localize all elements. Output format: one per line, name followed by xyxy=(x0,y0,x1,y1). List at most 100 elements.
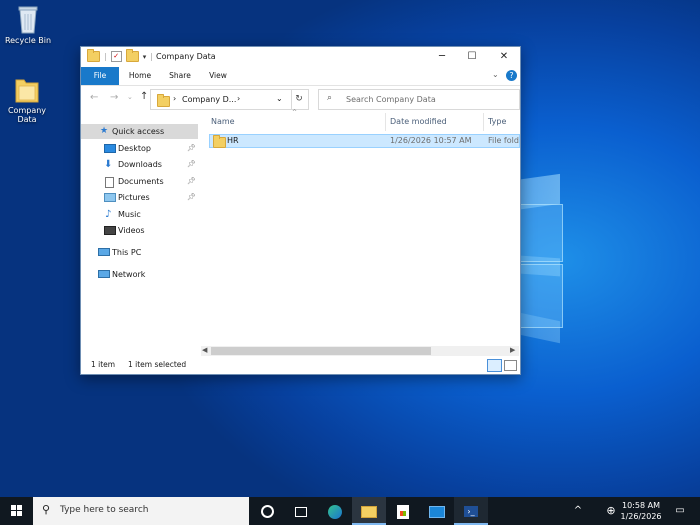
pictures-icon xyxy=(104,193,116,202)
scroll-right-icon[interactable]: ▶ xyxy=(510,346,515,354)
recycle-bin-icon xyxy=(17,4,39,34)
show-hidden-icons-button[interactable]: ^ xyxy=(571,497,585,525)
mail-taskbar-button[interactable] xyxy=(420,497,454,525)
recycle-bin-desktop-icon[interactable]: Recycle Bin xyxy=(0,4,56,45)
clock-time: 10:58 AM xyxy=(622,501,660,510)
tab-share[interactable]: Share xyxy=(165,67,195,85)
search-placeholder: Search Company Data xyxy=(346,95,436,104)
address-dropdown-icon[interactable]: ⌄ xyxy=(276,94,283,103)
edge-taskbar-button[interactable] xyxy=(318,497,352,525)
help-icon[interactable]: ? xyxy=(506,70,517,81)
download-arrow-icon: ⬇ xyxy=(104,159,113,170)
pin-icon[interactable]: 📌︎ xyxy=(187,174,196,189)
folder-icon xyxy=(213,135,226,148)
documents-icon xyxy=(105,177,114,188)
quick-access-toolbar: | ✓ ▾ | xyxy=(87,49,153,62)
recent-locations-icon[interactable]: ⌄ xyxy=(127,93,133,101)
cortana-circle-icon xyxy=(260,505,274,518)
tab-view[interactable]: View xyxy=(203,67,233,85)
network-icon xyxy=(98,270,110,278)
taskbar: ⚲ Type here to search ›_ ^ ⊕ 10:58 AM 1/… xyxy=(0,497,700,525)
nav-desktop[interactable]: Desktop 📌︎ xyxy=(81,141,198,156)
new-folder-icon[interactable] xyxy=(125,49,139,62)
notification-center-button[interactable]: ▭ xyxy=(670,497,690,525)
task-view-button[interactable] xyxy=(284,497,318,525)
nav-quick-access[interactable]: ★ Quick access xyxy=(81,124,198,139)
start-button[interactable] xyxy=(0,497,33,525)
folder-icon xyxy=(361,505,377,518)
recycle-bin-label: Recycle Bin xyxy=(4,36,52,45)
pin-icon[interactable]: 📌︎ xyxy=(187,141,196,156)
search-icon: ⌕ xyxy=(327,93,333,103)
video-icon xyxy=(104,226,116,235)
cortana-button[interactable] xyxy=(250,497,284,525)
details-view-icon[interactable] xyxy=(487,359,502,372)
company-data-desktop-icon[interactable]: Company Data xyxy=(0,74,55,124)
separator: | xyxy=(104,52,107,61)
powershell-taskbar-button[interactable]: ›_ xyxy=(454,497,488,525)
nav-label: Desktop xyxy=(118,144,151,153)
nav-videos[interactable]: Videos xyxy=(81,223,198,238)
nav-label: Downloads xyxy=(118,160,162,169)
pin-icon[interactable]: 📌︎ xyxy=(187,190,196,205)
nav-downloads[interactable]: ⬇ Downloads 📌︎ xyxy=(81,157,198,172)
back-button[interactable]: ← xyxy=(90,92,98,103)
nav-pictures[interactable]: Pictures 📌︎ xyxy=(81,190,198,205)
nav-label: Music xyxy=(118,210,141,219)
refresh-button[interactable]: ↻ xyxy=(290,89,309,110)
up-button[interactable]: ↑ xyxy=(140,91,148,102)
horizontal-scrollbar[interactable]: ◀ ▶ xyxy=(201,346,519,356)
column-header-date-modified[interactable]: Date modified xyxy=(390,113,447,131)
scrollbar-thumb[interactable] xyxy=(211,347,431,355)
file-name[interactable]: HR xyxy=(227,134,239,148)
column-divider[interactable] xyxy=(385,113,386,131)
nav-documents[interactable]: Documents 📌︎ xyxy=(81,174,198,189)
scroll-left-icon[interactable]: ◀ xyxy=(202,346,207,354)
forward-button[interactable]: → xyxy=(110,92,118,103)
column-header-type[interactable]: Type xyxy=(488,113,506,131)
large-icons-view-icon[interactable] xyxy=(504,360,517,371)
column-header-name[interactable]: Name xyxy=(211,113,235,131)
wallpaper-logo-pane xyxy=(519,264,563,328)
breadcrumb-chevron-icon[interactable]: › xyxy=(173,94,176,103)
music-note-icon: ♪ xyxy=(105,209,112,220)
column-divider[interactable] xyxy=(483,113,484,131)
minimize-button[interactable]: ─ xyxy=(427,47,457,67)
tab-file[interactable]: File xyxy=(81,67,119,85)
store-taskbar-button[interactable] xyxy=(386,497,420,525)
clock-date: 1/26/2026 xyxy=(620,512,662,521)
network-tray-icon[interactable]: ⊕ xyxy=(603,497,619,525)
file-date-modified: 1/26/2026 10:57 AM xyxy=(390,136,472,145)
tab-home[interactable]: Home xyxy=(125,67,155,85)
clock[interactable]: 10:58 AM 1/26/2026 xyxy=(618,497,664,525)
edge-icon xyxy=(328,504,342,519)
maximize-button[interactable]: ☐ xyxy=(457,47,487,67)
windows-logo-icon xyxy=(11,505,22,516)
nav-label: Network xyxy=(112,270,146,279)
file-type: File folder xyxy=(488,136,519,145)
breadcrumb-chevron-icon[interactable]: › xyxy=(237,94,240,103)
expand-ribbon-icon[interactable]: ⌄ xyxy=(492,70,499,79)
separator: | xyxy=(150,52,153,61)
nav-music[interactable]: ♪ Music xyxy=(81,207,198,222)
taskbar-search-box[interactable]: ⚲ Type here to search xyxy=(33,497,249,525)
folder-icon xyxy=(14,74,40,104)
properties-icon[interactable]: ✓ xyxy=(110,51,122,62)
file-explorer-taskbar-button[interactable] xyxy=(352,497,386,525)
nav-network[interactable]: Network xyxy=(81,267,198,282)
breadcrumb-company-data[interactable]: Company D... xyxy=(182,95,236,104)
selection-count: 1 item selected xyxy=(128,360,187,369)
close-button[interactable]: ✕ xyxy=(489,47,519,67)
address-bar[interactable]: › Company D... › ⌄ xyxy=(150,89,292,110)
pin-icon[interactable]: 📌︎ xyxy=(187,157,196,172)
nav-label: Pictures xyxy=(118,193,150,202)
search-box[interactable]: ⌕ Search Company Data xyxy=(318,89,520,110)
customize-toolbar-icon[interactable]: ▾ xyxy=(143,53,147,61)
file-row-selected[interactable] xyxy=(209,134,520,148)
store-bag-icon xyxy=(397,504,409,519)
item-count: 1 item xyxy=(91,360,116,369)
ribbon-tabs: File Home Share View ⌄ ? xyxy=(81,67,520,86)
file-explorer-window: | ✓ ▾ | Company Data ─ ☐ ✕ File Home Sha… xyxy=(80,46,521,375)
nav-label: This PC xyxy=(112,248,142,257)
nav-this-pc[interactable]: This PC xyxy=(81,245,198,260)
